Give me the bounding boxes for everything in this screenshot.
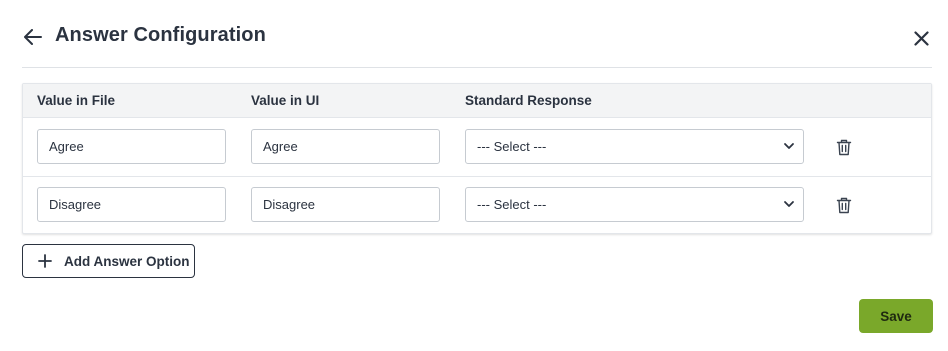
close-icon — [913, 30, 929, 46]
add-answer-option-label: Add Answer Option — [64, 253, 190, 269]
header-divider — [22, 67, 932, 68]
chevron-down-icon — [784, 201, 794, 207]
value-in-ui-input[interactable]: Agree — [251, 129, 440, 164]
arrow-left-icon — [24, 29, 42, 45]
plus-icon — [38, 254, 52, 268]
table-row: Agree Agree --- Select --- — [23, 118, 931, 176]
chevron-down-icon — [784, 143, 794, 149]
value-in-ui-input[interactable]: Disagree — [251, 187, 440, 222]
trash-icon — [836, 197, 852, 213]
standard-response-select[interactable]: --- Select --- — [465, 129, 804, 164]
column-header-value-in-ui: Value in UI — [251, 93, 320, 108]
answer-table: Value in File Value in UI Standard Respo… — [22, 83, 932, 234]
value-in-file-input[interactable]: Disagree — [37, 187, 226, 222]
page-title: Answer Configuration — [55, 24, 266, 46]
save-button[interactable]: Save — [859, 299, 933, 333]
trash-icon — [836, 139, 852, 155]
dialog-header: Answer Configuration — [0, 0, 948, 68]
standard-response-selected: --- Select --- — [477, 139, 547, 154]
add-answer-option-button[interactable]: Add Answer Option — [22, 244, 195, 278]
table-header: Value in File Value in UI Standard Respo… — [23, 84, 931, 118]
back-button[interactable] — [22, 26, 44, 48]
delete-row-button[interactable] — [835, 196, 853, 214]
close-button[interactable] — [910, 27, 932, 49]
standard-response-select[interactable]: --- Select --- — [465, 187, 804, 222]
delete-row-button[interactable] — [835, 138, 853, 156]
column-header-value-in-file: Value in File — [37, 93, 116, 108]
column-header-standard-response: Standard Response — [465, 93, 592, 108]
standard-response-selected: --- Select --- — [477, 197, 547, 212]
value-in-file-input[interactable]: Agree — [37, 129, 226, 164]
table-row: Disagree Disagree --- Select --- — [23, 176, 931, 234]
